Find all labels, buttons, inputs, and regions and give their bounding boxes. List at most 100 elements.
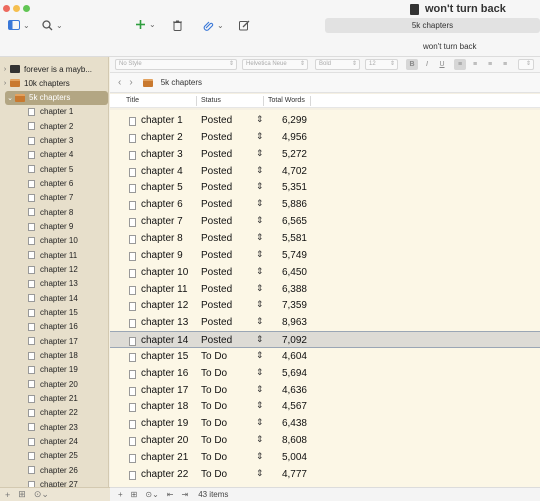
status-stepper-icon[interactable]: ⇕ (256, 384, 264, 395)
table-row[interactable]: chapter 20 To Do ⇕ 8,608 (110, 432, 540, 449)
table-row[interactable]: chapter 8 Posted ⇕ 5,581 (110, 230, 540, 247)
status-stepper-icon[interactable]: ⇕ (256, 198, 264, 209)
table-row[interactable]: chapter 18 To Do ⇕ 4,567 (110, 398, 540, 415)
table-row[interactable]: chapter 2 Posted ⇕ 4,956 (110, 129, 540, 146)
table-row[interactable]: chapter 17 To Do ⇕ 4,636 (110, 382, 540, 399)
status-stepper-icon[interactable]: ⇕ (256, 148, 264, 159)
table-row[interactable]: chapter 7 Posted ⇕ 6,565 (110, 213, 540, 230)
table-row[interactable]: chapter 9 Posted ⇕ 5,749 (110, 247, 540, 264)
table-row[interactable]: chapter 6 Posted ⇕ 5,886 (110, 196, 540, 213)
table-row[interactable]: chapter 11 Posted ⇕ 6,388 (110, 281, 540, 298)
trash-button[interactable] (173, 20, 182, 31)
row-title[interactable]: chapter 2 (141, 132, 183, 143)
row-status[interactable]: To Do (201, 401, 227, 412)
row-status[interactable]: Posted (201, 317, 232, 328)
sidebar-item-chapter-10[interactable]: chapter 10 (0, 234, 108, 248)
sidebar-item-chapter-25[interactable]: chapter 25 (0, 449, 108, 463)
row-status[interactable]: Posted (201, 267, 232, 278)
expand-icon[interactable]: ⇥ (181, 490, 188, 499)
row-title[interactable]: chapter 6 (141, 199, 183, 210)
table-row[interactable]: chapter 12 Posted ⇕ 7,359 (110, 297, 540, 314)
collapse-icon[interactable]: ⇤ (167, 490, 174, 499)
row-status[interactable]: Posted (201, 216, 232, 227)
disclosure-closed-icon[interactable]: › (0, 80, 10, 87)
sidebar-item-chapter-23[interactable]: chapter 23 (0, 420, 108, 434)
align-left-button[interactable]: ≡ (454, 59, 466, 70)
sidebar-item-chapter-15[interactable]: chapter 15 (0, 306, 108, 320)
table-row[interactable]: chapter 1 Posted ⇕ 6,299 (110, 112, 540, 129)
sidebar-item-chapter-5[interactable]: chapter 5 (0, 162, 108, 176)
table-row[interactable]: chapter 3 Posted ⇕ 5,272 (110, 146, 540, 163)
bold-button[interactable]: B (406, 59, 418, 70)
row-title[interactable]: chapter 1 (141, 115, 183, 126)
table-row[interactable]: chapter 15 To Do ⇕ 4,604 (110, 348, 540, 365)
row-title[interactable]: chapter 7 (141, 216, 183, 227)
row-title[interactable]: chapter 16 (141, 368, 188, 379)
status-stepper-icon[interactable]: ⇕ (256, 334, 264, 345)
sidebar-item-chapter-27[interactable]: chapter 27 (0, 478, 108, 487)
row-status[interactable]: Posted (201, 132, 232, 143)
forward-button[interactable]: › (129, 77, 132, 88)
add-button[interactable]: ⌄ (135, 19, 156, 30)
row-title[interactable]: chapter 14 (141, 335, 188, 346)
row-status[interactable]: To Do (201, 385, 227, 396)
sidebar-item-chapter-12[interactable]: chapter 12 (0, 263, 108, 277)
table-row[interactable]: chapter 22 To Do ⇕ 4,777 (110, 466, 540, 483)
status-stepper-icon[interactable]: ⇕ (256, 181, 264, 192)
status-stepper-icon[interactable]: ⇕ (256, 114, 264, 125)
sidebar-item-chapter-13[interactable]: chapter 13 (0, 277, 108, 291)
status-stepper-icon[interactable]: ⇕ (256, 468, 264, 479)
row-title[interactable]: chapter 9 (141, 250, 183, 261)
disclosure-closed-icon[interactable]: › (0, 66, 10, 73)
sidebar-item-chapter-26[interactable]: chapter 26 (0, 463, 108, 477)
status-stepper-icon[interactable]: ⇕ (256, 266, 264, 277)
sidebar-item-5k-chapters[interactable]: ⌄ 5k chapters (5, 90, 108, 105)
sidebar-item-chapter-17[interactable]: chapter 17 (0, 334, 108, 348)
row-status[interactable]: To Do (201, 351, 227, 362)
add-icon[interactable]: + (5, 490, 10, 500)
close-window-button[interactable] (3, 5, 10, 12)
row-title[interactable]: chapter 10 (141, 267, 188, 278)
row-title[interactable]: chapter 5 (141, 182, 183, 193)
new-folder-icon[interactable]: ⊞ (18, 489, 26, 500)
table-row[interactable]: chapter 4 Posted ⇕ 4,702 (110, 163, 540, 180)
status-stepper-icon[interactable]: ⇕ (256, 434, 264, 445)
minimize-window-button[interactable] (13, 5, 20, 12)
status-stepper-icon[interactable]: ⇕ (256, 299, 264, 310)
sidebar-item-chapter-11[interactable]: chapter 11 (0, 248, 108, 262)
breadcrumb[interactable]: 5k chapters (142, 78, 202, 87)
row-status[interactable]: To Do (201, 469, 227, 480)
sidebar-item-chapter-7[interactable]: chapter 7 (0, 191, 108, 205)
row-status[interactable]: To Do (201, 435, 227, 446)
row-title[interactable]: chapter 22 (141, 469, 188, 480)
back-button[interactable]: ‹ (118, 77, 121, 88)
row-title[interactable]: chapter 12 (141, 300, 188, 311)
status-stepper-icon[interactable]: ⇕ (256, 215, 264, 226)
sidebar-item-chapter-8[interactable]: chapter 8 (0, 205, 108, 219)
row-title[interactable]: chapter 4 (141, 166, 183, 177)
row-status[interactable]: Posted (201, 182, 232, 193)
sidebar-item-chapter-24[interactable]: chapter 24 (0, 435, 108, 449)
row-title[interactable]: chapter 19 (141, 418, 188, 429)
status-stepper-icon[interactable]: ⇕ (256, 316, 264, 327)
status-stepper-icon[interactable]: ⇕ (256, 131, 264, 142)
row-status[interactable]: Posted (201, 115, 232, 126)
row-title[interactable]: chapter 17 (141, 385, 188, 396)
font-weight-select[interactable]: Bold ⇕ (315, 59, 360, 70)
attach-button[interactable]: ⌄ (203, 20, 224, 31)
edit-button[interactable] (239, 20, 250, 31)
sidebar-item-10k-chapters[interactable]: › 10k chapters (0, 76, 108, 90)
table-row[interactable]: chapter 19 To Do ⇕ 6,438 (110, 415, 540, 432)
sidebar-item-chapter-16[interactable]: chapter 16 (0, 320, 108, 334)
table-row[interactable]: chapter 5 Posted ⇕ 5,351 (110, 179, 540, 196)
row-status[interactable]: Posted (201, 199, 232, 210)
row-status[interactable]: To Do (201, 418, 227, 429)
table-row[interactable]: chapter 16 To Do ⇕ 5,694 (110, 365, 540, 382)
sidebar-item-chapter-9[interactable]: chapter 9 (0, 220, 108, 234)
row-title[interactable]: chapter 15 (141, 351, 188, 362)
sidebar-item-chapter-6[interactable]: chapter 6 (0, 177, 108, 191)
zoom-window-button[interactable] (23, 5, 30, 12)
row-status[interactable]: Posted (201, 284, 232, 295)
row-title[interactable]: chapter 8 (141, 233, 183, 244)
status-stepper-icon[interactable]: ⇕ (256, 165, 264, 176)
